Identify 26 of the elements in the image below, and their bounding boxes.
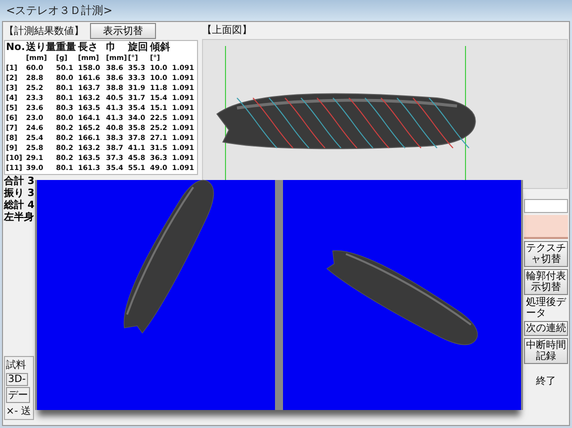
column-header: 重量 [56, 42, 77, 53]
group-title: 試料 [6, 358, 26, 372]
input-field[interactable] [524, 199, 568, 213]
column-header: No. [6, 42, 26, 53]
group-button[interactable]: デー [6, 387, 30, 403]
side-button[interactable]: 中断時間記録 [524, 338, 568, 364]
panel-title: 【計測結果数値】 [4, 24, 84, 38]
summary-label: 振り 3 [4, 188, 34, 200]
column-header: 送り量 [26, 42, 56, 53]
side-button[interactable]: 輪郭付表示切替 [524, 269, 568, 295]
column-header: 傾斜 [150, 42, 171, 53]
group-footer: ×- 送 [6, 404, 32, 418]
summary-label: 総計 4 [4, 200, 34, 212]
summary-label: 左半身 [4, 212, 34, 224]
status-panel [524, 215, 568, 239]
summary-label: 合計 3 [4, 176, 34, 188]
column-header: 長さ [78, 42, 99, 53]
side-label: 処理後データ [525, 297, 568, 319]
window-title: <ステレオ３Ｄ計測> [6, 2, 112, 18]
side-button[interactable]: テクスチャ切替 [524, 241, 568, 267]
toggle-display-button[interactable]: 表示切替 [90, 23, 156, 39]
group-button[interactable]: 3D- [6, 373, 28, 386]
side-button[interactable]: 次の連続 [524, 321, 568, 336]
panel-title: 【上面図】 [202, 24, 253, 37]
column-header: 旋回 [128, 42, 149, 53]
column-header: 巾 [106, 42, 117, 53]
